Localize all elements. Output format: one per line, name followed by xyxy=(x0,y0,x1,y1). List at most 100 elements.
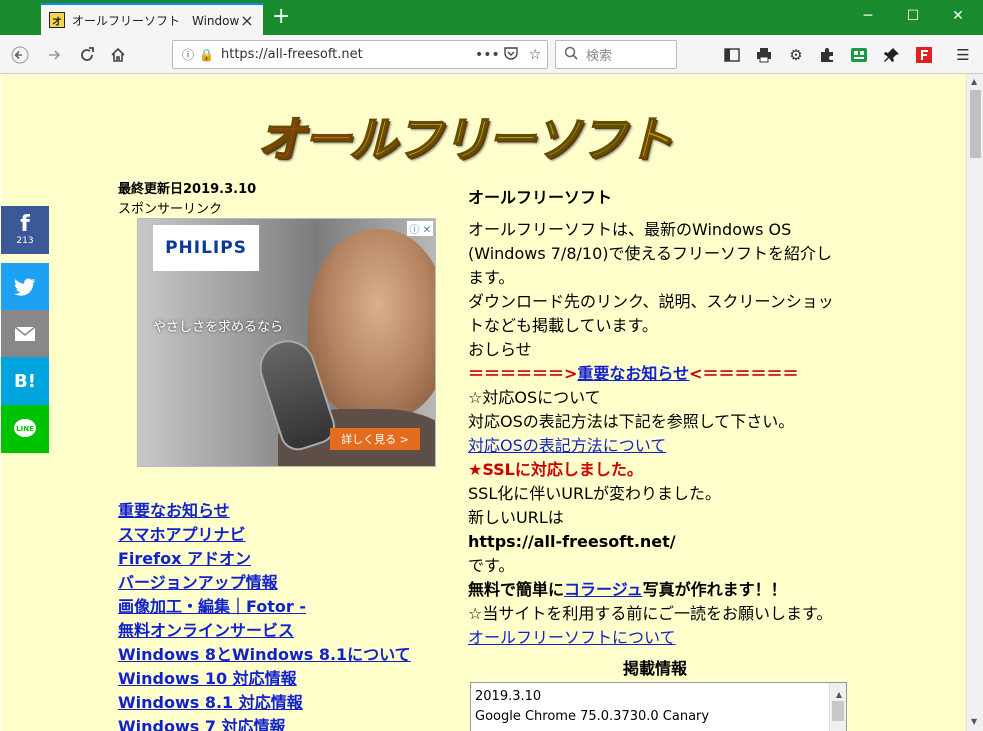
ad-choices-icon[interactable]: ⓘ ✕ xyxy=(407,221,433,236)
logo-char: ト xyxy=(624,111,674,169)
maximize-button[interactable]: ☐ xyxy=(905,8,921,24)
logo-char: ル xyxy=(348,111,398,169)
nav-link-important-notice[interactable]: 重要なお知らせ xyxy=(118,499,411,523)
scroll-up-icon[interactable]: ▲ xyxy=(971,77,977,86)
nav-link-windows-7[interactable]: Windows 7 対応情報 xyxy=(118,715,411,731)
listing-scroll-up-icon[interactable]: ▲ xyxy=(836,685,842,705)
close-window-button[interactable]: ✕ xyxy=(950,8,966,24)
important-notice-link[interactable]: 重要なお知らせ xyxy=(577,364,689,383)
forward-button[interactable] xyxy=(42,43,66,67)
gear-icon[interactable]: ⚙ xyxy=(784,43,808,67)
facebook-icon: f xyxy=(20,212,30,237)
nav-link-version-updates[interactable]: バージョンアップ情報 xyxy=(118,571,411,595)
svg-text:LINE: LINE xyxy=(16,425,34,433)
os-notation-link[interactable]: 対応OSの表記方法について xyxy=(468,436,666,455)
site-favicon: オ xyxy=(49,12,65,28)
collage-link[interactable]: コラージュ xyxy=(564,580,643,599)
green-extension-icon[interactable] xyxy=(847,43,871,67)
intro-text-2: ダウンロード先のリンク、説明、スクリーンショットなども掲載しています。 xyxy=(468,292,834,335)
hatena-icon: B! xyxy=(14,370,36,392)
last-updated: 最終更新日2019.3.10 xyxy=(118,182,257,197)
read-first-text: ☆当サイトを利用する前にご一読をお願いします。 xyxy=(468,604,833,623)
nav-link-smartphone-apps[interactable]: スマホアプリナビ xyxy=(118,523,411,547)
facebook-share-button[interactable]: f 213 xyxy=(1,206,49,254)
collage-prefix: 無料で簡単に xyxy=(468,580,565,599)
tab-title: オールフリーソフト Windows 7･8･ xyxy=(72,13,239,28)
nav-link-firefox-addons[interactable]: Firefox アドオン xyxy=(118,547,411,571)
site-logo[interactable]: オールフリーソフト xyxy=(256,100,717,170)
print-icon[interactable] xyxy=(752,43,776,67)
about-link[interactable]: オールフリーソフトについて xyxy=(468,628,676,647)
search-icon xyxy=(564,46,578,64)
nav-link-free-online-services[interactable]: 無料オンラインサービス xyxy=(118,619,411,643)
listing-line: Google Chrome 75.0.3730.0 Canary xyxy=(475,709,710,724)
intro-text: オールフリーソフトは、最新のWindows OS (Windows 7/8/10… xyxy=(468,220,833,287)
search-placeholder: 検索 xyxy=(586,49,613,64)
back-button[interactable] xyxy=(8,43,32,67)
logo-char: リ xyxy=(440,111,490,169)
new-tab-button[interactable]: + xyxy=(272,6,290,28)
ad-brand-logo: PHILIPS xyxy=(153,225,259,271)
os-heading: ☆対応OSについて xyxy=(468,388,601,407)
logo-char: ー xyxy=(302,111,352,169)
logo-char: フ xyxy=(394,111,444,169)
facebook-share-count: 213 xyxy=(16,236,34,246)
page-viewport: オールフリーソフト 最終更新日2019.3.10 スポンサーリンク PHILIP… xyxy=(1,74,966,731)
lock-icon[interactable]: 🔒 xyxy=(199,48,215,62)
hamburger-menu-icon[interactable]: ☰ xyxy=(951,43,975,67)
ad-cta-button[interactable]: 詳しく見る > xyxy=(330,428,420,450)
sidebar-icon[interactable] xyxy=(720,43,744,67)
ssl-text-1: SSL化に伴いURLが変わりました。 xyxy=(468,484,721,503)
logo-char: ー xyxy=(486,111,536,169)
sponsor-label: スポンサーリンク xyxy=(118,202,223,217)
logo-char: オ xyxy=(256,111,306,169)
collage-suffix: 写真が作れます！！ xyxy=(642,580,787,599)
twitter-bird-icon xyxy=(14,278,36,296)
listing-line: 2019.3.10 xyxy=(475,689,542,704)
feedly-extension-icon[interactable] xyxy=(912,43,936,67)
page-actions-icon[interactable]: ••• xyxy=(475,47,500,63)
pocket-icon[interactable] xyxy=(499,46,523,64)
collage-line: 無料で簡単にコラージュ写真が作れます！！ xyxy=(468,578,844,602)
logo-char: フ xyxy=(578,111,628,169)
minimize-button[interactable]: ─ xyxy=(860,8,876,24)
listing-textbox[interactable]: 2019.3.10 Google Chrome 75.0.3730.0 Cana… xyxy=(470,682,847,731)
twitter-share-button[interactable] xyxy=(1,263,49,311)
ssl-text-2: 新しいURLは xyxy=(468,508,564,527)
ssl-url: https://all-freesoft.net/ xyxy=(468,532,676,551)
info-icon[interactable]: ⓘ xyxy=(177,46,199,63)
nav-link-windows-8[interactable]: Windows 8とWindows 8.1について xyxy=(118,643,411,667)
scroll-down-icon[interactable]: ▼ xyxy=(971,717,977,726)
ssl-heading: ★SSLに対応しました。 xyxy=(468,460,643,479)
main-content: オールフリーソフト オールフリーソフトは、最新のWindows OS (Wind… xyxy=(468,186,844,650)
notice-suffix: <＝＝＝＝＝＝ xyxy=(689,364,799,383)
notice-label: おしらせ xyxy=(468,340,532,359)
notice-line: ＝＝＝＝＝＝>重要なお知らせ<＝＝＝＝＝＝ xyxy=(468,362,844,386)
addons-puzzle-icon[interactable] xyxy=(815,43,839,67)
nav-link-windows-10[interactable]: Windows 10 対応情報 xyxy=(118,667,411,691)
ad-copy: やさしさを求めるなら xyxy=(153,320,284,335)
page-scroll-thumb[interactable] xyxy=(970,90,981,158)
search-bar[interactable]: 検索 xyxy=(555,40,677,69)
nav-link-fotor[interactable]: 画像加工・編集｜Fotor - xyxy=(118,595,411,619)
reload-button[interactable] xyxy=(75,43,99,67)
mail-share-button[interactable] xyxy=(1,310,49,358)
line-share-button[interactable]: LINE xyxy=(1,405,49,453)
bookmark-star-icon[interactable]: ☆ xyxy=(523,47,547,63)
navigation-toolbar: ⓘ 🔒 https://all-freesoft.net ••• ☆ 検索 ⚙ … xyxy=(0,35,983,74)
pin-icon[interactable] xyxy=(880,43,904,67)
sponsored-ad[interactable]: PHILIPS やさしさを求めるなら 詳しく見る > ⓘ ✕ xyxy=(137,218,436,467)
home-button[interactable] xyxy=(106,43,130,67)
nav-link-windows-8-1[interactable]: Windows 8.1 対応情報 xyxy=(118,691,411,715)
listing-heading: 掲載情報 xyxy=(623,659,688,678)
line-icon: LINE xyxy=(14,419,36,437)
window-titlebar: オ オールフリーソフト Windows 7･8･ × + ─ ☐ ✕ xyxy=(0,0,983,35)
hatena-bookmark-button[interactable]: B! xyxy=(1,357,49,405)
url-text[interactable]: https://all-freesoft.net xyxy=(221,47,475,62)
page-scrollbar[interactable]: ▲ ▼ xyxy=(966,74,983,731)
ad-model-face xyxy=(308,229,435,419)
close-tab-icon[interactable]: × xyxy=(239,11,255,30)
browser-tab[interactable]: オ オールフリーソフト Windows 7･8･ × xyxy=(41,3,263,35)
address-bar[interactable]: ⓘ 🔒 https://all-freesoft.net ••• ☆ xyxy=(172,40,548,69)
main-heading: オールフリーソフト xyxy=(468,188,613,207)
